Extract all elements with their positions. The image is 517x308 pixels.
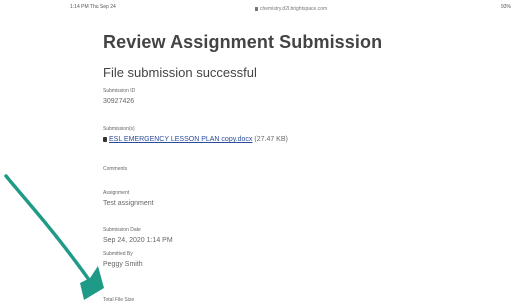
- arrow-shaft: [4, 174, 94, 286]
- screenshot-page: 1:14 PM Thu Sep 24 chemistry.d2l.brights…: [0, 0, 517, 308]
- annotation-arrow: [4, 174, 104, 300]
